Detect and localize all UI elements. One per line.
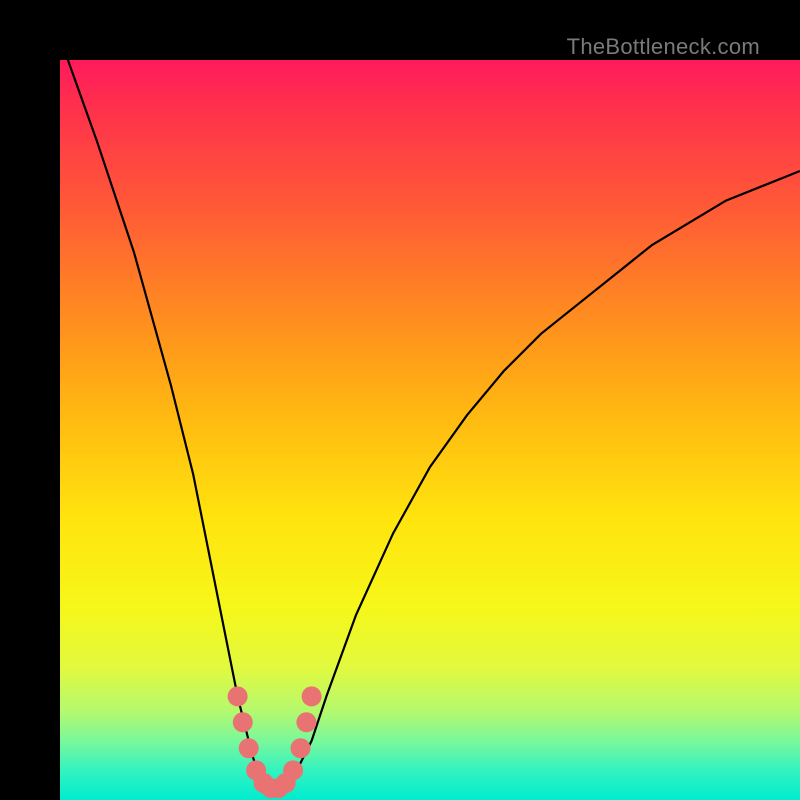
highlight-dot <box>283 760 303 780</box>
chart-plot-area <box>60 60 800 800</box>
highlight-dot <box>239 738 259 758</box>
highlight-dot <box>302 686 322 706</box>
highlight-dot <box>233 712 253 732</box>
optimal-zone-markers <box>228 686 322 798</box>
chart-svg <box>60 60 800 800</box>
bottleneck-curve <box>60 60 800 785</box>
highlight-dot <box>291 738 311 758</box>
highlight-dot <box>296 712 316 732</box>
watermark-text: TheBottleneck.com <box>567 34 760 60</box>
chart-frame: TheBottleneck.com <box>0 0 800 800</box>
highlight-dot <box>228 686 248 706</box>
